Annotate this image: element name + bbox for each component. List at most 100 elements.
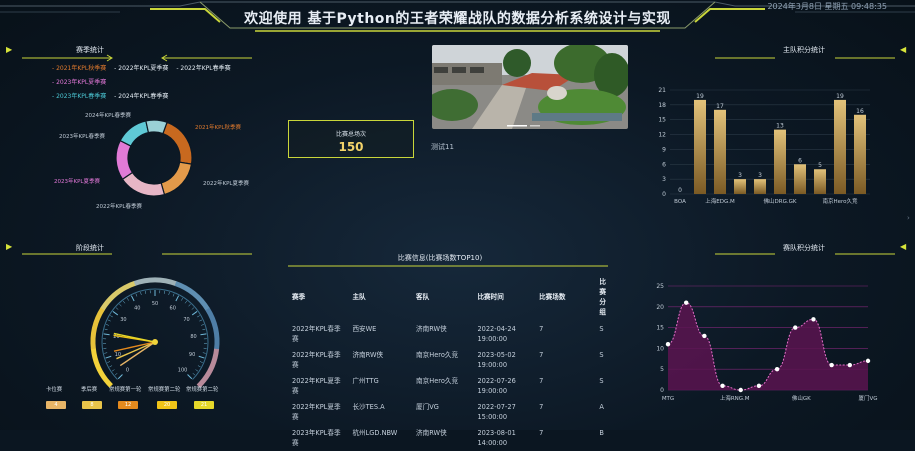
gauge-arc	[135, 280, 177, 284]
bar-value-label: 3	[758, 172, 762, 179]
bar[interactable]	[814, 169, 826, 194]
bar-value-label: 0	[678, 187, 682, 194]
gauge-tick	[110, 316, 113, 318]
table-cell: S	[595, 347, 608, 373]
donut-slice[interactable]	[122, 173, 164, 196]
data-point[interactable]	[739, 388, 743, 392]
bar-value-label: 19	[696, 93, 704, 100]
y-tick-label: 5	[660, 366, 664, 373]
data-point[interactable]	[829, 363, 833, 367]
table-row[interactable]: 2023年KPL春季赛杭州LGD.NBW济南RW侠2023-08-01 14:0…	[288, 425, 608, 451]
bar[interactable]	[794, 164, 806, 194]
donut-label: 2024年KPL春季赛	[85, 111, 131, 119]
season-panel-title: 赛季统计	[60, 45, 120, 55]
gauge-tick-label: 0	[126, 368, 129, 374]
panel-header-line	[22, 250, 252, 258]
panel-header-line	[715, 54, 895, 62]
gauge-tick-label: 90	[189, 352, 195, 358]
data-point[interactable]	[775, 367, 779, 371]
table-header-row: 赛季 主队 客队 比赛时间 比赛场数 比赛分组	[288, 273, 608, 321]
table-cell: 2022-07-26 19:00:00	[473, 373, 535, 399]
legend-item[interactable]: - 2023年KPL夏季赛	[52, 79, 106, 86]
donut-label: 2021年KPL秋季赛	[195, 123, 241, 131]
bar[interactable]	[734, 179, 746, 194]
x-tick-label: 上海EDG.M	[705, 197, 735, 205]
donut-slice[interactable]	[163, 122, 192, 164]
gauge-tick	[106, 324, 109, 325]
data-point[interactable]	[848, 363, 852, 367]
team-score-bar-chart: 0369121518210BOA1917上海EDG.M3313佛山DRG.GK6…	[650, 82, 880, 212]
panel-header-line	[288, 262, 608, 270]
data-point[interactable]	[666, 342, 670, 346]
table-cell: 7	[535, 321, 595, 347]
bar[interactable]	[854, 115, 866, 194]
bar-value-label: 3	[738, 172, 742, 179]
gauge-tick	[131, 296, 134, 301]
gauge-tick	[193, 373, 195, 375]
bar[interactable]	[754, 179, 766, 194]
bar[interactable]	[834, 100, 846, 194]
table-cell: 济南RW侠	[412, 425, 473, 451]
total-matches-value: 150	[289, 140, 413, 154]
y-tick-label: 25	[656, 283, 664, 290]
match-table: 赛季 主队 客队 比赛时间 比赛场数 比赛分组 2022年KPL春季赛西安WE济…	[288, 273, 608, 451]
donut-slice[interactable]	[120, 121, 148, 146]
gauge-tick	[196, 370, 198, 372]
data-point[interactable]	[720, 384, 724, 388]
gauge-chip: 21	[194, 401, 214, 409]
gauge-tick	[104, 334, 110, 335]
data-point[interactable]	[684, 300, 688, 304]
column-header: 主队	[348, 273, 412, 321]
datetime: 2024年3月8日 星期五 09:48:35	[767, 1, 887, 12]
gauge-tick-label: 70	[183, 317, 189, 323]
donut-slice[interactable]	[146, 120, 167, 134]
table-cell: 长沙TES.A	[348, 399, 412, 425]
table-row[interactable]: 2022年KPL夏季赛长沙TES.A厦门VG2022-07-27 15:00:0…	[288, 399, 608, 425]
gauge-tick	[109, 366, 112, 367]
legend-item[interactable]: - 2023年KPL春季赛	[52, 93, 106, 100]
table-cell: 杭州LGD.NBW	[348, 425, 412, 451]
bar-value-label: 6	[798, 157, 802, 164]
data-point[interactable]	[793, 325, 797, 329]
y-tick-label: 9	[662, 146, 666, 153]
carousel-photo[interactable]	[432, 45, 628, 129]
x-tick-label: 南京Hero久竞	[822, 197, 858, 205]
gauge-tick	[127, 298, 129, 301]
donut-slice[interactable]	[116, 141, 132, 180]
table-row[interactable]: 2022年KPL春季赛西安WE济南RW侠2022-04-24 19:00:007…	[288, 321, 608, 347]
gauge-tick	[115, 373, 117, 375]
stage-gauge: 0102030405060708090100	[80, 270, 230, 390]
gauge-tick	[104, 353, 107, 354]
data-point[interactable]	[866, 359, 870, 363]
data-point[interactable]	[757, 384, 761, 388]
bar[interactable]	[694, 100, 706, 194]
table-row[interactable]: 2022年KPL春季赛济南RW侠南京Hero久竞2023-05-02 19:00…	[288, 347, 608, 373]
table-cell: 7	[535, 347, 595, 373]
table-row[interactable]: 2022年KPL夏季赛广州TTG南京Hero久竞2022-07-26 19:00…	[288, 373, 608, 399]
y-tick-label: 0	[662, 191, 666, 198]
chevron-right-icon[interactable]: ›	[907, 214, 910, 222]
gauge-tick	[118, 375, 122, 379]
legend-item[interactable]: - 2022年KPL夏季赛	[114, 65, 168, 72]
gauge-label: 常规赛第二轮	[148, 385, 180, 393]
bar[interactable]	[714, 110, 726, 194]
gauge-tick	[189, 304, 191, 306]
gauge-hub	[152, 339, 158, 345]
gauge-tick	[119, 304, 121, 306]
data-point[interactable]	[811, 317, 815, 321]
table-cell: B	[595, 425, 608, 451]
legend-item[interactable]: - 2021年KPL秋季赛	[52, 65, 106, 72]
donut-slice[interactable]	[161, 162, 191, 194]
bar[interactable]	[774, 130, 786, 194]
triangle-marker-icon: ◀	[900, 242, 906, 251]
team-score-panel-title: 主队积分统计	[768, 45, 840, 55]
legend-item[interactable]: - 2024年KPL春季赛	[114, 93, 168, 100]
gauge-tick-label: 30	[120, 317, 126, 323]
column-header: 比赛分组	[595, 273, 608, 321]
donut-label: 2022年KPL夏季赛	[203, 179, 249, 187]
season-donut-chart: 2024年KPL春季赛 2023年KPL春季赛 2021年KPL秋季赛 2023…	[40, 100, 280, 220]
page-title: 欢迎使用 基于Python的王者荣耀战队的数据分析系统设计与实现	[200, 8, 715, 28]
data-point[interactable]	[702, 334, 706, 338]
gauge-tick-label: 60	[170, 305, 176, 311]
legend-item[interactable]: - 2022年KPL春季赛	[176, 65, 230, 72]
